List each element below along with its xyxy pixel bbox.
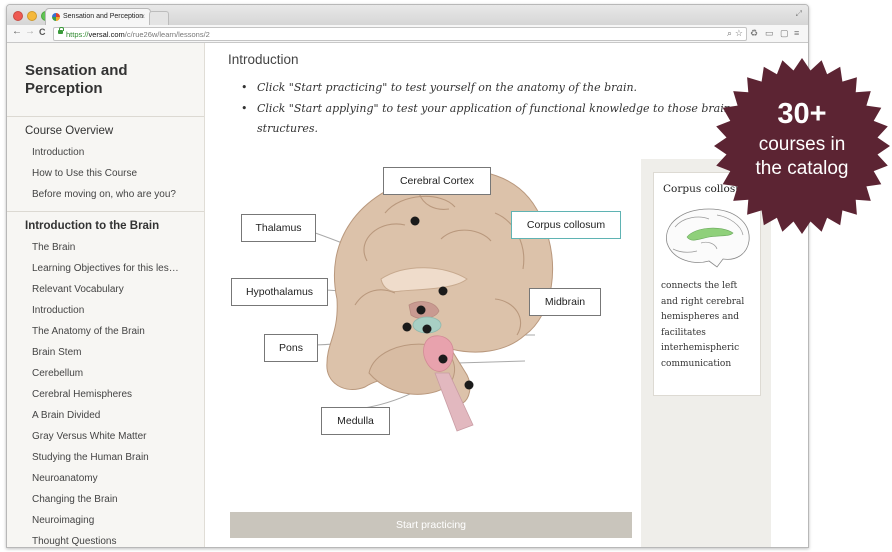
url-text: https://versal.com/c/rue26w/learn/lesson… xyxy=(66,29,210,39)
sidebar-item[interactable]: Cerebral Hemispheres xyxy=(32,389,132,400)
sidebar-divider xyxy=(7,116,204,117)
recycle-icon[interactable]: ♻ xyxy=(750,28,758,38)
sidebar-item[interactable]: Neuroimaging xyxy=(32,515,94,526)
sidebar-item[interactable]: Neuroanatomy xyxy=(32,473,98,484)
sidebar-item[interactable]: The Anatomy of the Brain xyxy=(32,326,145,337)
cast-icon[interactable]: ▭ xyxy=(765,28,774,38)
sidebar-item[interactable]: Studying the Human Brain xyxy=(32,452,149,463)
page-viewport: Sensation and Perception Course Overview… xyxy=(7,43,808,547)
browser-toolbar: ← → C https://versal.com/c/rue26w/learn/… xyxy=(7,25,808,43)
fullscreen-icon[interactable]: ⤢ xyxy=(796,9,802,19)
minimize-window-icon[interactable] xyxy=(27,11,37,21)
sidebar-item[interactable]: Thought Questions xyxy=(32,536,117,547)
start-practicing-button[interactable]: Start practicing xyxy=(230,512,632,538)
info-card-description: connects the left and right cerebral hem… xyxy=(661,281,745,369)
label-medulla[interactable]: Medulla xyxy=(321,407,390,435)
zoom-icon[interactable]: ⌕ xyxy=(727,28,732,38)
sidebar-item[interactable]: Cerebellum xyxy=(32,368,83,379)
sidebar-item[interactable]: Gray Versus White Matter xyxy=(32,431,146,442)
label-midbrain[interactable]: Midbrain xyxy=(529,288,601,316)
tab-close-icon[interactable]: × xyxy=(140,12,145,21)
label-cerebral-cortex[interactable]: Cerebral Cortex xyxy=(383,167,491,195)
back-arrow-icon[interactable]: ← xyxy=(12,26,22,37)
forward-arrow-icon[interactable]: → xyxy=(25,26,35,37)
sidebar-item[interactable]: Changing the Brain xyxy=(32,494,118,505)
sidebar-section-heading[interactable]: Course Overview xyxy=(25,125,113,137)
reload-icon[interactable]: C xyxy=(39,27,46,37)
course-sidebar: Sensation and Perception Course Overview… xyxy=(7,43,205,547)
course-title: Sensation and Perception xyxy=(25,62,128,97)
tab-bar: Sensation and Perception × ⤢ xyxy=(7,5,808,26)
new-tab-button[interactable] xyxy=(149,11,169,25)
sidebar-section-heading-active[interactable]: Introduction to the Brain xyxy=(25,220,159,232)
promo-line-1: courses in xyxy=(758,134,846,155)
sidebar-item[interactable]: Brain Stem xyxy=(32,347,81,358)
address-bar[interactable]: https://versal.com/c/rue26w/learn/lesson… xyxy=(53,27,747,41)
sidebar-item[interactable]: The Brain xyxy=(32,242,75,253)
versal-favicon-icon xyxy=(52,13,60,21)
brain-illustration xyxy=(326,169,554,432)
sidebar-item[interactable]: Introduction xyxy=(32,147,84,158)
sidebar-item[interactable]: A Brain Divided xyxy=(32,410,100,421)
browser-tab[interactable]: Sensation and Perception × xyxy=(45,8,151,26)
promo-badge: 30+ courses in the catalog xyxy=(712,56,892,236)
browser-window: Sensation and Perception × ⤢ ← → C https… xyxy=(6,4,809,548)
sidebar-item[interactable]: Before moving on, who are you? xyxy=(32,189,176,200)
sidebar-item[interactable]: Relevant Vocabulary xyxy=(32,284,124,295)
tab-title: Sensation and Perception xyxy=(63,13,144,20)
close-window-icon[interactable] xyxy=(13,11,23,21)
label-thalamus[interactable]: Thalamus xyxy=(241,214,316,242)
grid-icon[interactable]: ▢ xyxy=(780,28,789,38)
promo-course-count: 30+ xyxy=(777,98,827,130)
label-pons[interactable]: Pons xyxy=(264,334,318,362)
promo-line-2: the catalog xyxy=(755,158,849,179)
sidebar-item[interactable]: Introduction xyxy=(32,305,84,316)
sidebar-item[interactable]: How to Use this Course xyxy=(32,168,137,179)
lock-icon xyxy=(58,27,64,34)
menu-icon[interactable]: ≡ xyxy=(794,28,799,38)
sidebar-item[interactable]: Learning Objectives for this les… xyxy=(32,263,179,274)
sidebar-divider xyxy=(7,211,204,212)
star-icon[interactable]: ☆ xyxy=(735,28,743,38)
label-hypothalamus[interactable]: Hypothalamus xyxy=(231,278,328,306)
label-corpus-collosum[interactable]: Corpus collosum xyxy=(511,211,621,239)
